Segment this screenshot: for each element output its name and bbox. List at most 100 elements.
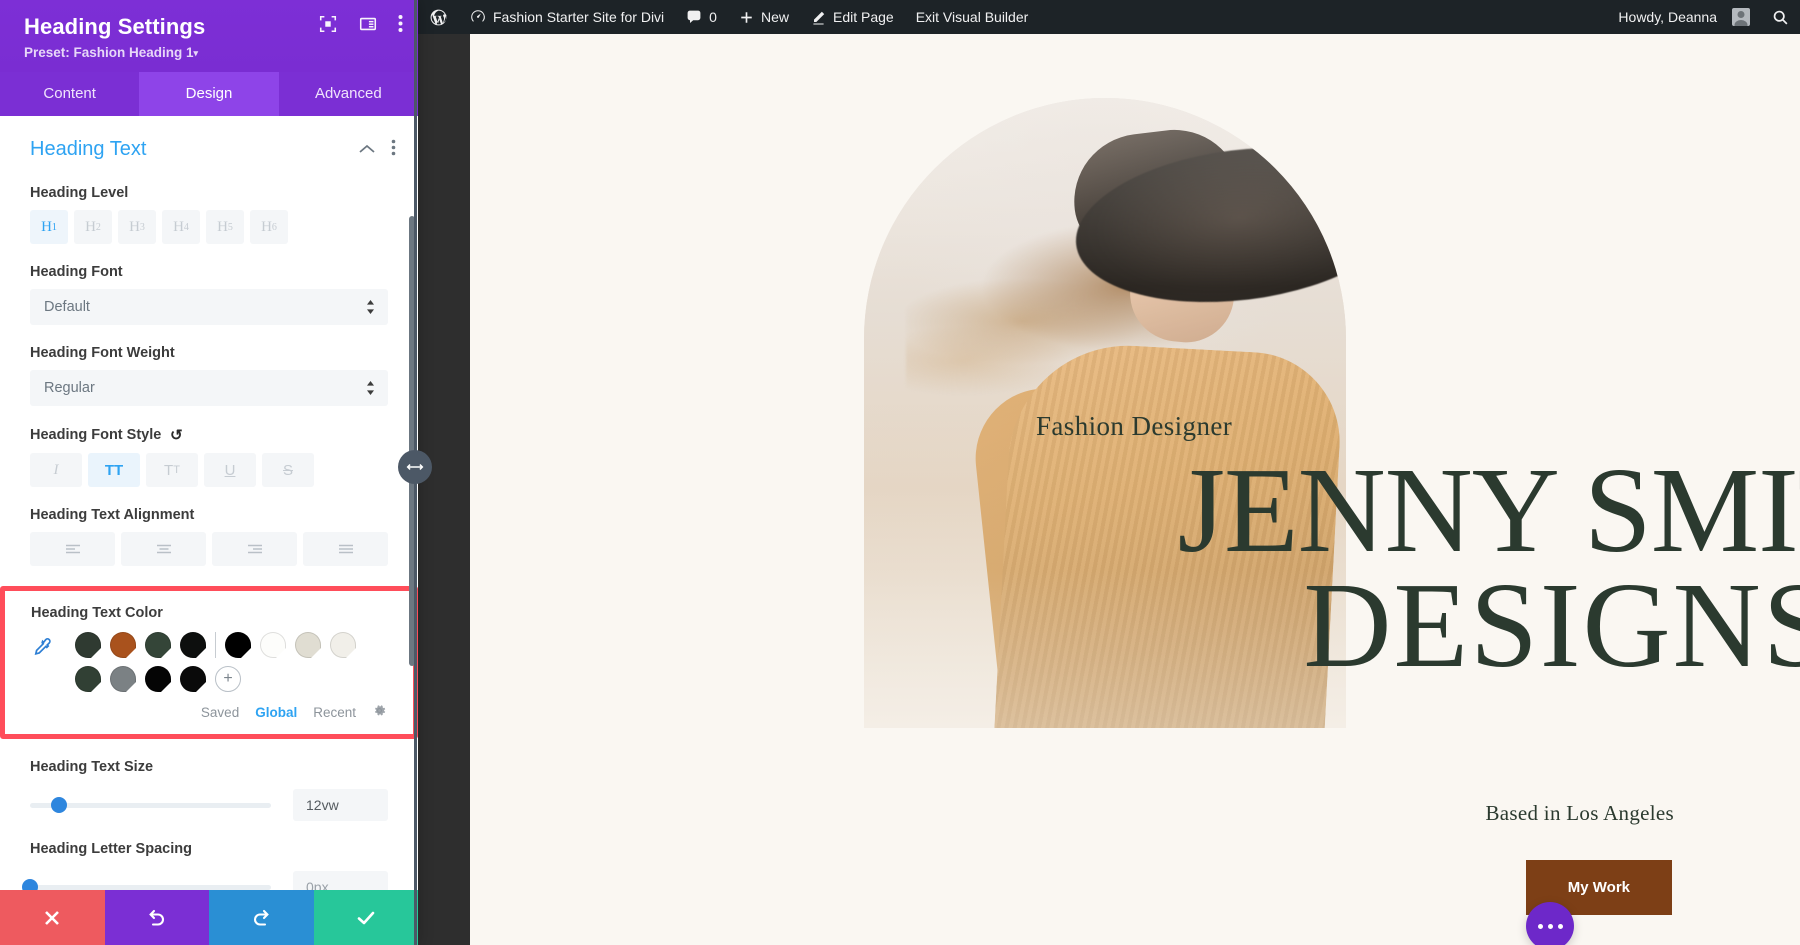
admin-bar-item-edit-page[interactable]: Edit Page [800, 0, 905, 34]
panel-preset[interactable]: Preset: Fashion Heading 1▾ [24, 45, 398, 60]
field-heading-text-alignment: Heading Text Alignment [0, 507, 418, 566]
focus-icon[interactable] [318, 14, 340, 36]
hero-section: Fashion Designer JENNY SMITH DESIGNS Bas… [470, 34, 1800, 945]
color-swatch-row-1 [75, 632, 356, 658]
color-swatch[interactable] [145, 666, 171, 692]
cancel-button[interactable] [0, 890, 105, 945]
palette-tab-saved[interactable]: Saved [201, 705, 239, 720]
more-vertical-icon[interactable] [391, 139, 396, 161]
panel-header-icons [318, 14, 404, 36]
color-swatch[interactable] [110, 632, 136, 658]
hero-heading[interactable]: JENNY SMITH DESIGNS [1018, 454, 1800, 683]
color-swatch[interactable] [180, 632, 206, 658]
more-vertical-icon[interactable] [398, 14, 404, 36]
color-swatch-row-2: + [75, 666, 356, 692]
wp-admin-bar: Fashion Starter Site for Divi 0 New [418, 0, 1800, 34]
avatar [1732, 8, 1750, 26]
screen: Fashion Starter Site for Divi 0 New [0, 0, 1800, 945]
heading-level-h2[interactable]: H2 [74, 210, 112, 244]
heading-font-weight-select[interactable]: Regular [30, 370, 388, 406]
heading-level-h5[interactable]: H5 [206, 210, 244, 244]
palette-tab-global[interactable]: Global [255, 705, 297, 720]
align-justify-icon[interactable] [303, 532, 388, 566]
section-heading-text[interactable]: Heading Text [0, 116, 418, 165]
color-swatch[interactable] [330, 632, 356, 658]
tab-content[interactable]: Content [0, 72, 139, 116]
heading-font-style-text: Heading Font Style [30, 427, 161, 443]
font-style-uppercase[interactable]: TT [88, 453, 140, 487]
heading-text-alignment-label: Heading Text Alignment [30, 507, 388, 523]
heading-text-color-label: Heading Text Color [31, 605, 387, 621]
admin-bar-item-comments[interactable]: 0 [675, 0, 728, 34]
color-swatch[interactable] [75, 666, 101, 692]
admin-bar-item-exit-visual-builder[interactable]: Exit Visual Builder [905, 0, 1040, 34]
color-swatch[interactable] [260, 632, 286, 658]
admin-bar-site-name-label: Fashion Starter Site for Divi [493, 9, 664, 25]
heading-font-weight-value: Regular [44, 380, 95, 396]
palette-tab-recent[interactable]: Recent [313, 705, 356, 720]
field-heading-font: Heading Font Default [0, 264, 418, 325]
chevron-up-icon[interactable] [359, 141, 375, 159]
plus-icon [739, 10, 754, 25]
admin-bar-item-new[interactable]: New [728, 0, 800, 34]
color-swatch[interactable] [110, 666, 136, 692]
color-swatch[interactable] [180, 666, 206, 692]
heading-letter-spacing-label: Heading Letter Spacing [30, 841, 388, 857]
admin-bar-comments-count: 0 [709, 9, 717, 25]
select-arrows-icon [366, 381, 375, 395]
tab-advanced[interactable]: Advanced [279, 72, 418, 116]
swatch-divider [215, 632, 216, 658]
font-style-underline[interactable]: U [204, 453, 256, 487]
color-swatch-grid: + [75, 632, 356, 692]
heading-level-options: H1 H2 H3 H4 H5 H6 [30, 210, 388, 244]
heading-letter-spacing-input[interactable]: 0px [293, 871, 388, 890]
admin-bar-exit-vb-label: Exit Visual Builder [916, 9, 1029, 25]
color-swatch[interactable] [295, 632, 321, 658]
heading-letter-spacing-slider[interactable] [30, 885, 271, 890]
font-style-italic[interactable]: I [30, 453, 82, 487]
heading-letter-spacing-slider-row: 0px [30, 871, 388, 890]
reset-icon[interactable]: ↻ [170, 426, 183, 444]
align-right-icon[interactable] [212, 532, 297, 566]
page-canvas: Fashion Designer JENNY SMITH DESIGNS Bas… [470, 34, 1800, 945]
font-style-small-caps[interactable]: TT [146, 453, 198, 487]
panel-footer [0, 890, 418, 945]
page-preview-area: Fashion Designer JENNY SMITH DESIGNS Bas… [418, 34, 1800, 945]
dashboard-icon [470, 9, 486, 25]
tab-design[interactable]: Design [139, 72, 278, 116]
panel-scroll-area: Heading Text Heading Level H1 [0, 116, 418, 890]
heading-font-select[interactable]: Default [30, 289, 388, 325]
heading-level-label: Heading Level [30, 185, 388, 201]
heading-level-h1[interactable]: H1 [30, 210, 68, 244]
heading-text-size-slider[interactable] [30, 803, 271, 808]
layout-icon[interactable] [358, 14, 380, 36]
hero-kicker: Fashion Designer [1036, 411, 1232, 442]
heading-text-size-input[interactable]: 12vw [293, 789, 388, 821]
align-center-icon[interactable] [121, 532, 206, 566]
field-heading-font-style: Heading Font Style ↻ I TT TT U S [0, 426, 418, 487]
gear-icon[interactable] [372, 703, 387, 722]
redo-button[interactable] [209, 890, 314, 945]
section-title: Heading Text [30, 138, 146, 161]
admin-bar-item-site-name[interactable]: Fashion Starter Site for Divi [459, 0, 675, 34]
font-style-strikethrough[interactable]: S [262, 453, 314, 487]
panel-resize-handle[interactable] [398, 450, 432, 484]
save-button[interactable] [314, 890, 419, 945]
wordpress-icon[interactable] [418, 0, 459, 34]
panel-body: Heading Text Heading Level H1 [0, 116, 418, 890]
color-swatch[interactable] [145, 632, 171, 658]
comment-bubble-icon [686, 9, 702, 25]
search-icon[interactable] [1761, 0, 1800, 34]
admin-bar-account[interactable]: Howdy, Deanna [1607, 0, 1761, 34]
align-left-icon[interactable] [30, 532, 115, 566]
heading-level-h4[interactable]: H4 [162, 210, 200, 244]
heading-level-h3[interactable]: H3 [118, 210, 156, 244]
color-swatch[interactable] [225, 632, 251, 658]
undo-button[interactable] [105, 890, 210, 945]
heading-level-h6[interactable]: H6 [250, 210, 288, 244]
add-color-button[interactable]: + [215, 666, 241, 692]
heading-font-value: Default [44, 299, 90, 315]
eyedropper-icon[interactable] [31, 632, 61, 664]
color-swatch[interactable] [75, 632, 101, 658]
ellipsis-icon[interactable] [1526, 902, 1574, 945]
